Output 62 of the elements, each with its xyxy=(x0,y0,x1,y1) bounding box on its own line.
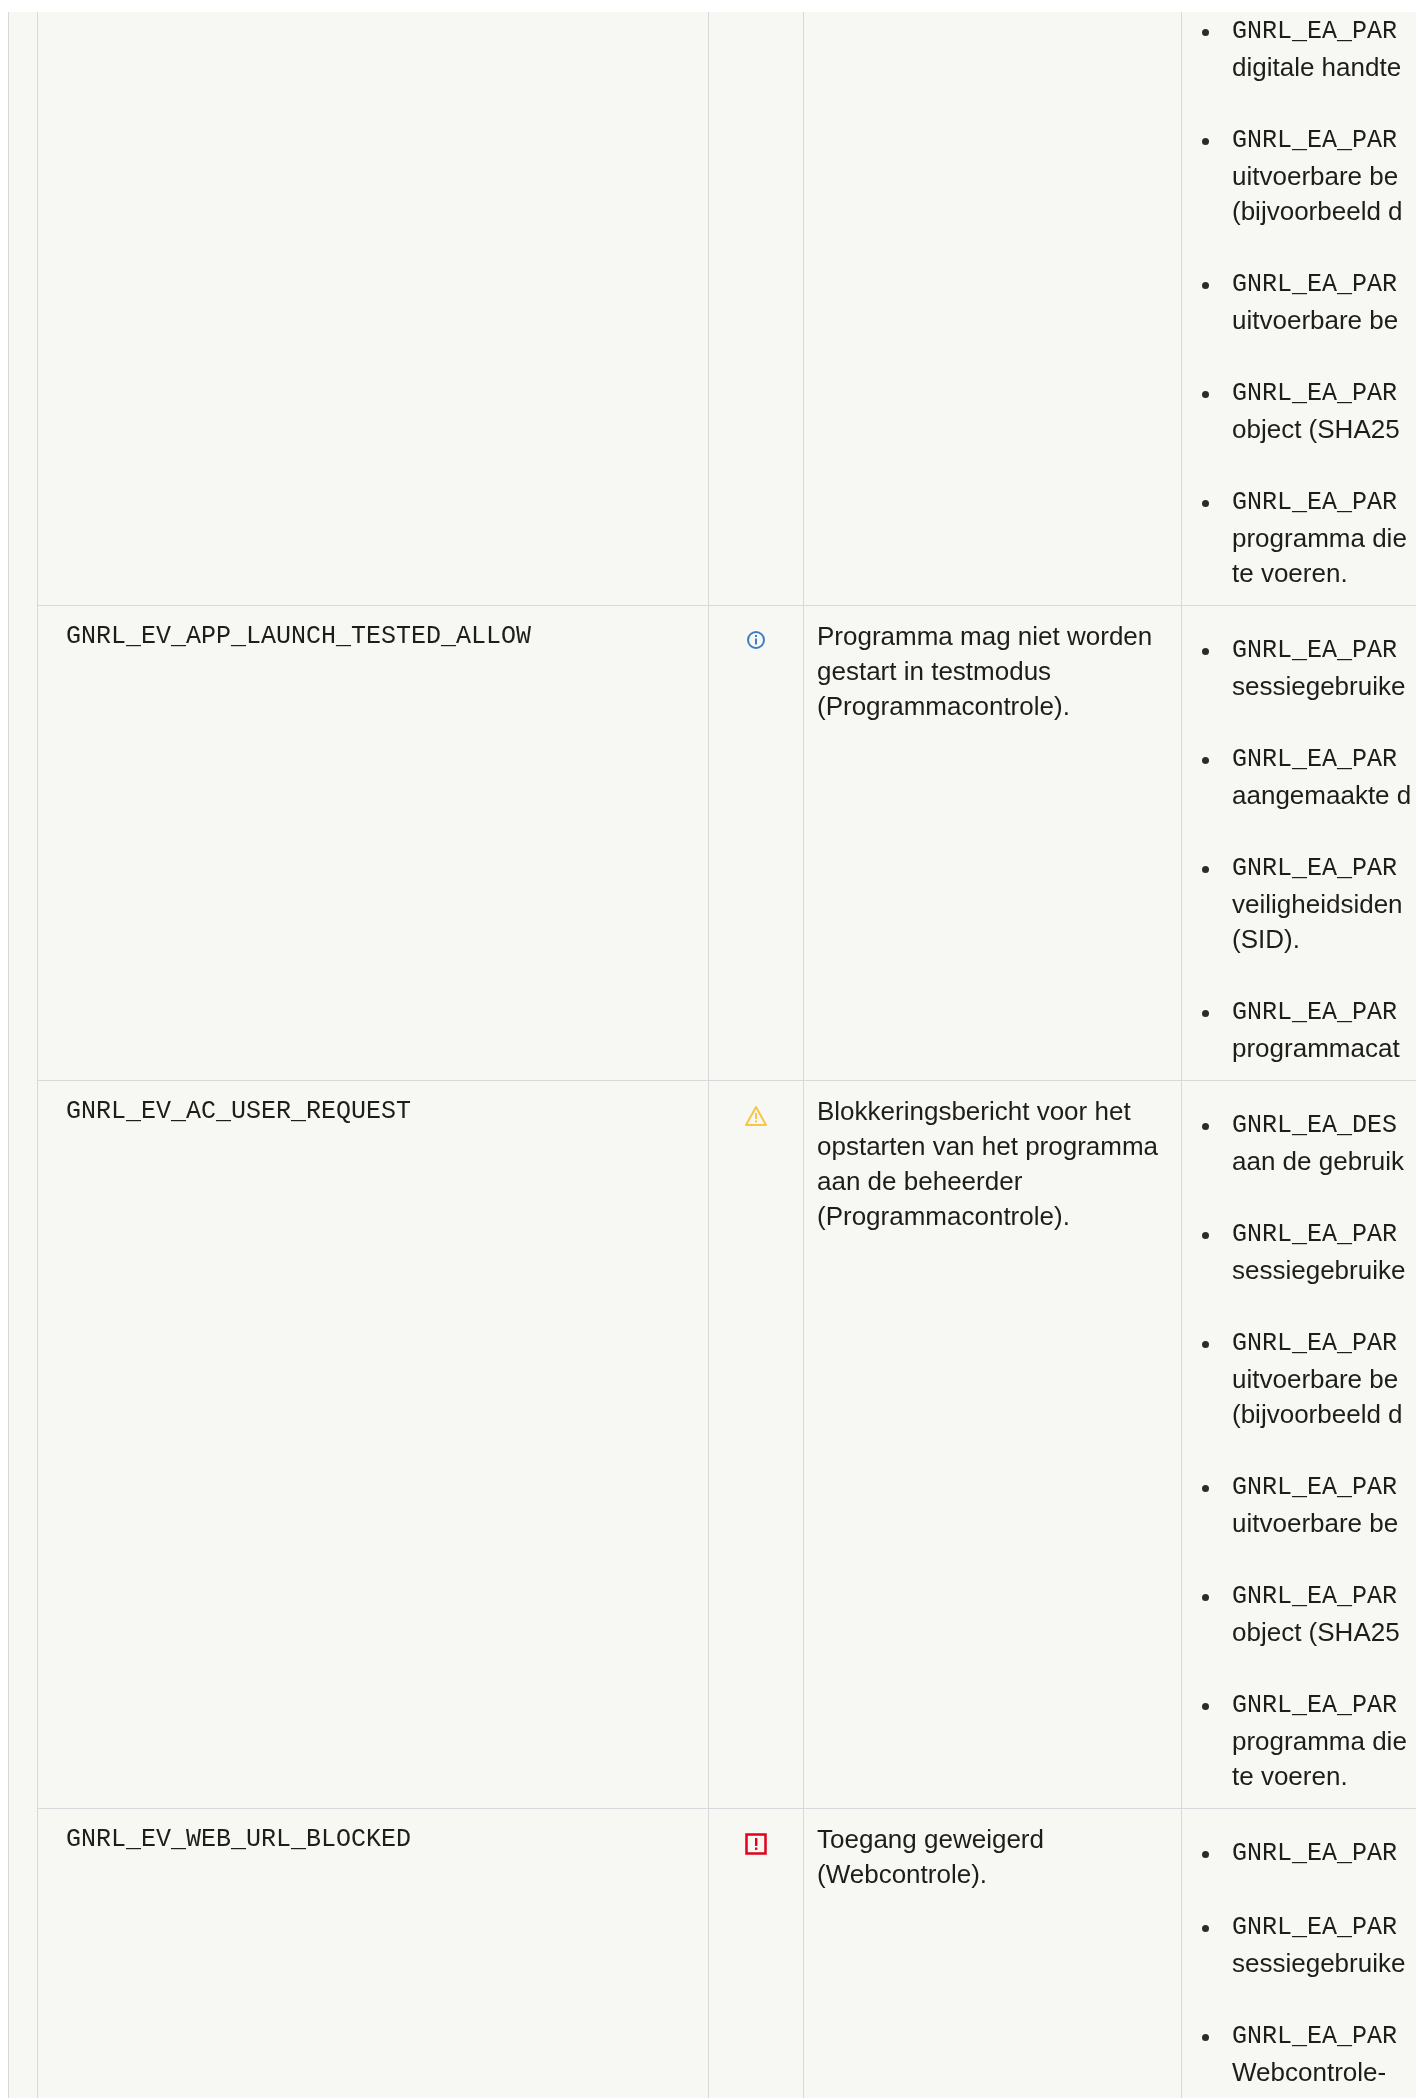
parameter-code: GNRL_EA_PAR xyxy=(1232,16,1399,48)
parameter-code: GNRL_EA_PAR xyxy=(1232,1581,1399,1613)
parameter-code: GNRL_EA_PAR xyxy=(1232,1690,1399,1722)
event-name: GNRL_EV_AC_USER_REQUEST xyxy=(66,1097,412,1126)
bullet-icon xyxy=(1202,1122,1209,1130)
parameter-code: GNRL_EA_PAR xyxy=(1232,853,1399,885)
bullet-icon xyxy=(1202,1231,1209,1239)
parameter-description: uitvoerbare be (bijvoorbeeld d xyxy=(1232,160,1403,228)
parameter-description: sessiegebruike xyxy=(1232,1947,1406,1980)
parameter-description: veiligheidsiden (SID). xyxy=(1232,888,1403,956)
bullet-icon xyxy=(1202,1484,1209,1492)
parameter-description: object (SHA25 xyxy=(1232,413,1400,446)
event-description: Blokkeringsbericht voor het opstarten van het programma aan de beheerder (Programmacontrole). xyxy=(817,1095,1160,1233)
parameter-description: aangemaakte d xyxy=(1232,779,1412,812)
parameter-description: Webcontrole- xyxy=(1232,2056,1388,2089)
parameter-code: GNRL_EA_PAR xyxy=(1232,997,1399,1029)
bullet-icon xyxy=(1202,28,1209,36)
parameter-code: GNRL_EA_PAR xyxy=(1232,1328,1399,1360)
bullet-icon xyxy=(1202,499,1209,507)
event-name: GNRL_EV_WEB_URL_BLOCKED xyxy=(66,1825,412,1854)
bullet-icon xyxy=(1202,390,1209,398)
bullet-icon xyxy=(1202,1850,1209,1858)
parameter-description: programma die te voeren. xyxy=(1232,522,1407,590)
bullet-icon xyxy=(1202,137,1209,145)
bullet-icon xyxy=(1202,647,1209,655)
parameter-code: GNRL_EA_PAR xyxy=(1232,378,1399,410)
parameter-code: GNRL_EA_PAR xyxy=(1232,1838,1398,1870)
parameter-code: GNRL_EA_DES xyxy=(1232,1110,1399,1142)
parameter-code: GNRL_EA_PAR xyxy=(1232,1219,1399,1251)
bullet-icon xyxy=(1202,865,1209,873)
error-icon xyxy=(745,1833,767,1855)
bullet-icon xyxy=(1202,756,1209,764)
event-description: Toegang geweigerd (Webcontrole). xyxy=(817,1823,1045,1891)
parameter-code: GNRL_EA_PAR xyxy=(1232,269,1399,301)
parameter-description: sessiegebruike xyxy=(1232,670,1406,703)
parameter-description: uitvoerbare be xyxy=(1232,304,1399,337)
parameter-code: GNRL_EA_PAR xyxy=(1232,2021,1398,2053)
event-name: GNRL_EV_APP_LAUNCH_TESTED_ALLOW xyxy=(66,622,532,651)
info-icon xyxy=(746,630,766,650)
bullet-icon xyxy=(1202,1009,1209,1017)
parameter-description: digitale handte xyxy=(1232,51,1402,84)
parameter-description: uitvoerbare be (bijvoorbeeld d xyxy=(1232,1363,1403,1431)
parameter-code: GNRL_EA_PAR xyxy=(1232,125,1399,157)
parameter-description: programma die te voeren. xyxy=(1232,1725,1407,1793)
parameter-code: GNRL_EA_PAR xyxy=(1232,1472,1399,1504)
bullet-icon xyxy=(1202,1702,1209,1710)
parameter-code: GNRL_EA_PAR xyxy=(1232,1912,1399,1944)
parameter-description: uitvoerbare be xyxy=(1232,1507,1399,1540)
parameter-description: sessiegebruike xyxy=(1232,1254,1406,1287)
bullet-icon xyxy=(1202,2033,1209,2041)
bullet-icon xyxy=(1202,1340,1209,1348)
bullet-icon xyxy=(1202,1924,1209,1932)
parameter-code: GNRL_EA_PAR xyxy=(1232,635,1399,667)
warning-icon xyxy=(744,1105,768,1127)
bullet-icon xyxy=(1202,1593,1209,1601)
parameter-code: GNRL_EA_PAR xyxy=(1232,487,1399,519)
parameter-description: object (SHA25 xyxy=(1232,1616,1400,1649)
parameter-code: GNRL_EA_PAR xyxy=(1232,744,1399,776)
parameter-description: programmacat xyxy=(1232,1032,1400,1065)
parameter-description: aan de gebruik xyxy=(1232,1145,1405,1178)
event-description: Programma mag niet worden gestart in testmodus (Programmacontrole). xyxy=(817,620,1154,723)
bullet-icon xyxy=(1202,281,1209,289)
